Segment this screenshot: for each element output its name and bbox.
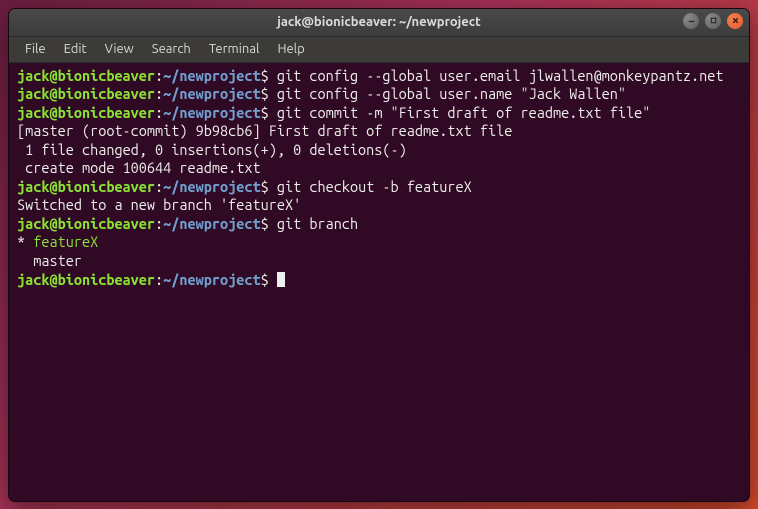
terminal-line: jack@bionicbeaver:~/newproject$ git bran…: [17, 215, 741, 234]
command-text: git branch: [277, 215, 358, 232]
minimize-button[interactable]: [683, 13, 699, 29]
maximize-button[interactable]: [705, 13, 721, 29]
terminal-line: jack@bionicbeaver:~/newproject$ git conf…: [17, 85, 741, 104]
output-line: create mode 100644 readme.txt: [17, 159, 741, 178]
terminal-window: jack@bionicbeaver: ~/newproject File Edi…: [8, 8, 750, 502]
close-button[interactable]: [727, 13, 743, 29]
terminal-body[interactable]: jack@bionicbeaver:~/newproject$ git conf…: [9, 63, 749, 501]
menubar: File Edit View Search Terminal Help: [9, 37, 749, 63]
window-title: jack@bionicbeaver: ~/newproject: [277, 15, 480, 29]
command-text: git config --global user.name "Jack Wall…: [277, 85, 626, 102]
close-icon: [731, 16, 740, 25]
menu-terminal[interactable]: Terminal: [201, 39, 268, 59]
prompt-path: ~/newproject: [163, 67, 260, 84]
command-text: git checkout -b featureX: [277, 178, 472, 195]
current-branch: featureX: [33, 233, 98, 250]
titlebar[interactable]: jack@bionicbeaver: ~/newproject: [9, 9, 749, 37]
output-line: master: [17, 252, 741, 271]
menu-help[interactable]: Help: [269, 39, 312, 59]
output-line: [master (root-commit) 9b98cb6] First dra…: [17, 122, 741, 141]
output-line: 1 file changed, 0 insertions(+), 0 delet…: [17, 141, 741, 160]
terminal-line: jack@bionicbeaver:~/newproject$: [17, 271, 741, 290]
prompt-user: jack@bionicbeaver: [17, 67, 155, 84]
prompt-symbol: $: [261, 67, 269, 84]
window-controls: [683, 13, 743, 29]
output-line: * featureX: [17, 233, 741, 252]
menu-file[interactable]: File: [17, 39, 54, 59]
terminal-line: jack@bionicbeaver:~/newproject$ git comm…: [17, 104, 741, 123]
cursor: [277, 272, 285, 287]
minimize-icon: [687, 16, 696, 25]
menu-edit[interactable]: Edit: [56, 39, 95, 59]
terminal-line: jack@bionicbeaver:~/newproject$ git chec…: [17, 178, 741, 197]
maximize-icon: [709, 16, 718, 25]
output-line: Switched to a new branch 'featureX': [17, 196, 741, 215]
command-text: git commit -m "First draft of readme.txt…: [277, 104, 651, 121]
command-text: git config --global user.email jlwallen@…: [277, 67, 724, 84]
terminal-line: jack@bionicbeaver:~/newproject$ git conf…: [17, 67, 741, 86]
menu-search[interactable]: Search: [144, 39, 199, 59]
menu-view[interactable]: View: [97, 39, 142, 59]
